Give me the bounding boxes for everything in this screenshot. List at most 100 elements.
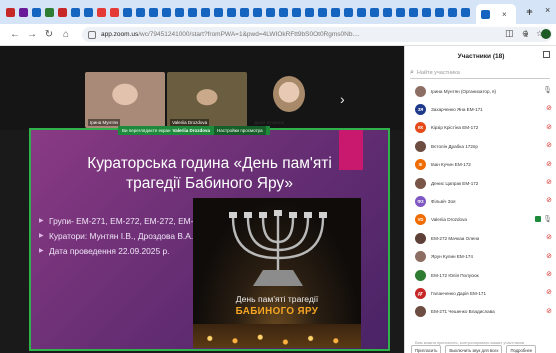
tab-favicon[interactable] bbox=[370, 7, 379, 17]
participant-name: ЕМ-272 Мачкаа Олена bbox=[431, 235, 480, 241]
participant-name: Кірзір Крістіна ЕМ-172 bbox=[431, 125, 479, 131]
participant-row[interactable]: ЕМ-172 Юлія Полусюк ⊘ bbox=[405, 266, 556, 284]
microphone-icon[interactable]: 🎙︎ bbox=[543, 86, 552, 94]
muted-microphone-icon[interactable]: ⊘ bbox=[546, 160, 552, 168]
tab-favicon[interactable] bbox=[45, 7, 54, 17]
tab-favicon[interactable] bbox=[396, 7, 405, 17]
slide-bullet: Дата проведення 22.09.2025 р. bbox=[39, 246, 209, 257]
tab-favicon[interactable] bbox=[448, 7, 457, 17]
chevron-right-icon[interactable]: › bbox=[340, 91, 345, 107]
slide-title: Кураторська година «День пам'яті трагеді… bbox=[31, 154, 388, 194]
video-tile[interactable]: Valeriia Drozdova bbox=[167, 72, 247, 128]
tab-favicon[interactable] bbox=[136, 7, 145, 17]
participants-header: Участники (18) bbox=[405, 46, 556, 66]
more-button[interactable]: Подробнее bbox=[506, 345, 537, 353]
tab-favicon[interactable] bbox=[175, 7, 184, 17]
tab-favicon[interactable] bbox=[32, 7, 41, 17]
forward-arrow-icon[interactable]: → bbox=[25, 29, 39, 40]
tab-favicon[interactable] bbox=[162, 7, 171, 17]
reload-icon[interactable]: ↻ bbox=[42, 29, 56, 40]
site-settings-icon[interactable] bbox=[88, 30, 96, 39]
participant-row[interactable]: КК Кірзір Крістіна ЕМ-172 ⊘ bbox=[405, 119, 556, 137]
participant-row[interactable]: VD Valeriia Drozdova 🎙︎ bbox=[405, 211, 556, 229]
muted-microphone-icon[interactable]: ⊘ bbox=[546, 196, 552, 204]
video-tile[interactable]: Ірина Мунтян bbox=[85, 72, 165, 128]
view-options-button[interactable]: Настройки просмотра bbox=[214, 126, 266, 135]
participant-row[interactable]: Вєтолін Драбка 172пр ⊘ bbox=[405, 137, 556, 155]
tab-favicon[interactable] bbox=[305, 7, 314, 17]
participant-avatar bbox=[415, 251, 426, 263]
tab-favicon[interactable] bbox=[383, 7, 392, 17]
participant-row[interactable]: ФЗ Фільвіч Зоя ⊘ bbox=[405, 192, 556, 210]
video-tile-name: Дарія Куприна bbox=[254, 120, 285, 125]
tab-favicon[interactable] bbox=[240, 7, 249, 17]
muted-microphone-icon[interactable]: ⊘ bbox=[546, 141, 552, 149]
tab-favicon[interactable] bbox=[6, 7, 15, 17]
participant-row[interactable]: ДГ Галанченко Дарія ЕМ-171 ⊘ bbox=[405, 284, 556, 302]
video-tile[interactable]: Дарія Куприна bbox=[249, 72, 329, 128]
tab-favicon[interactable] bbox=[227, 7, 236, 17]
tab-favicon[interactable] bbox=[357, 7, 366, 17]
participant-row[interactable]: Денис Цапрак ЕМ-172 ⊘ bbox=[405, 174, 556, 192]
muted-microphone-icon[interactable]: ⊘ bbox=[546, 104, 552, 112]
tab-favicon[interactable] bbox=[188, 7, 197, 17]
tab-favicon[interactable] bbox=[58, 7, 67, 17]
tab-favicon[interactable] bbox=[149, 7, 158, 17]
profile-avatar[interactable] bbox=[541, 29, 551, 39]
tab-favicon[interactable] bbox=[344, 7, 353, 17]
home-icon[interactable]: ⌂ bbox=[59, 29, 73, 40]
candles-decoration bbox=[193, 324, 361, 348]
tab-favicon[interactable] bbox=[435, 7, 444, 17]
tab-favicon[interactable] bbox=[110, 7, 119, 17]
muted-microphone-icon[interactable]: ⊘ bbox=[546, 233, 552, 241]
tab-favicon[interactable] bbox=[97, 7, 106, 17]
participant-row[interactable]: ЗЯ Захарченко Яна ЕМ-171 ⊘ bbox=[405, 100, 556, 118]
sidebar-toggle-icon[interactable]: ◫ bbox=[505, 28, 514, 39]
muted-microphone-icon[interactable]: ⊘ bbox=[546, 252, 552, 260]
tab-favicon[interactable] bbox=[214, 7, 223, 17]
tab-favicon[interactable] bbox=[123, 7, 132, 17]
microphone-icon[interactable]: 🎙︎ bbox=[543, 215, 552, 223]
participant-search[interactable]: ⌕ Найти участника bbox=[410, 67, 550, 79]
muted-microphone-icon[interactable]: ⊘ bbox=[546, 178, 552, 186]
active-tab[interactable]: × bbox=[476, 4, 516, 24]
tab-favicon[interactable] bbox=[461, 7, 470, 17]
download-icon[interactable]: ⤓ bbox=[524, 28, 528, 39]
participant-name: Valeriia Drozdova bbox=[431, 217, 467, 223]
close-window-button[interactable]: × bbox=[545, 5, 550, 15]
tab-favicon[interactable] bbox=[266, 7, 275, 17]
tab-favicon[interactable] bbox=[253, 7, 262, 17]
tab-favicon[interactable] bbox=[318, 7, 327, 17]
tab-favicon[interactable] bbox=[19, 7, 28, 17]
screen-share-frame[interactable]: Кураторська година «День пам'яті трагеді… bbox=[29, 128, 390, 351]
tab-favicon[interactable] bbox=[84, 7, 93, 17]
tab-favicon[interactable] bbox=[71, 7, 80, 17]
participant-avatar bbox=[415, 140, 426, 152]
minimize-window-button[interactable]: – bbox=[527, 5, 532, 15]
muted-microphone-icon[interactable]: ⊘ bbox=[546, 270, 552, 278]
close-tab-icon[interactable]: × bbox=[502, 10, 507, 19]
mute-all-button[interactable]: Выключить звук для всех bbox=[445, 345, 503, 353]
tab-favicon[interactable] bbox=[422, 7, 431, 17]
menorah-monument-icon bbox=[229, 210, 327, 286]
address-bar[interactable]: app.zoom.us /wc/79451241000/start?fromPW… bbox=[82, 27, 552, 42]
slide-bullet-list: Групи- ЕМ-271, ЕМ-272, ЕМ-272, ЕМ-273 Ку… bbox=[39, 216, 209, 261]
participant-list: Ірина Мунтян (Организатор, я) 🎙︎ ЗЯ Захарче… bbox=[405, 82, 556, 321]
invite-button[interactable]: Пригласить bbox=[411, 345, 442, 353]
tab-favicon[interactable] bbox=[201, 7, 210, 17]
tab-favicon[interactable] bbox=[331, 7, 340, 17]
participant-row[interactable]: Ірина Мунтян (Организатор, я) 🎙︎ bbox=[405, 82, 556, 100]
video-on-icon[interactable] bbox=[535, 215, 541, 222]
participant-row[interactable]: ЕМ-272 Мачкаа Олена ⊘ bbox=[405, 229, 556, 247]
popout-icon[interactable] bbox=[543, 51, 550, 58]
participant-row[interactable]: ЕМ-271 Чешенко Владислава ⊘ bbox=[405, 303, 556, 321]
muted-microphone-icon[interactable]: ⊘ bbox=[546, 288, 552, 296]
muted-microphone-icon[interactable]: ⊘ bbox=[546, 307, 552, 315]
tab-favicon[interactable] bbox=[409, 7, 418, 17]
tab-favicon[interactable] bbox=[292, 7, 301, 17]
back-arrow-icon[interactable]: ← bbox=[8, 29, 22, 40]
participant-row[interactable]: ІК Іван Кучин ЕМ-172 ⊘ bbox=[405, 156, 556, 174]
participant-row[interactable]: Ярун Кулин ЕМ-174 ⊘ bbox=[405, 248, 556, 266]
muted-microphone-icon[interactable]: ⊘ bbox=[546, 123, 552, 131]
tab-favicon[interactable] bbox=[279, 7, 288, 17]
